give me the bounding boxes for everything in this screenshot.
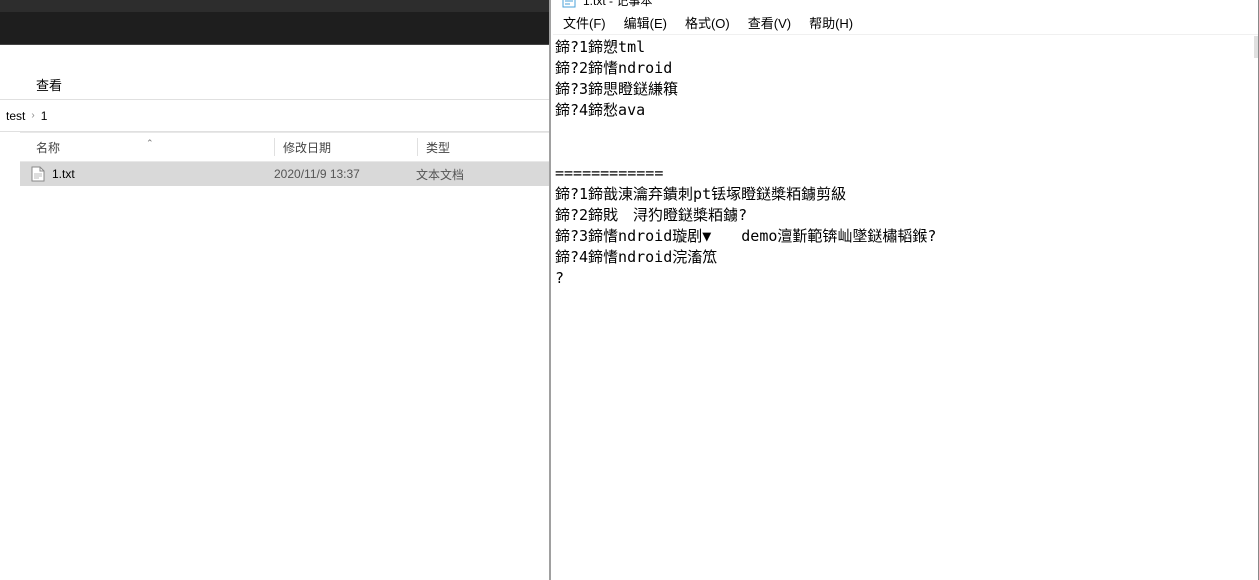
- file-row-name-cell: 1.txt: [20, 166, 274, 182]
- notepad-text-area[interactable]: 鍗?1鍗愬tml 鍗?2鍗愭ndroid 鍗?3鍗愳瞪鎹縑簯 鍗?4鍗愁ava …: [553, 34, 1258, 291]
- breadcrumb-crumb-2[interactable]: 1: [35, 109, 54, 123]
- file-name: 1.txt: [52, 167, 75, 181]
- notepad-title-bar: 1.txt - 记事本: [553, 0, 1258, 10]
- notepad-app-icon: [561, 0, 577, 9]
- sort-arrow-icon: ⌃: [146, 138, 154, 149]
- file-list-header: 名称 ⌃ 修改日期 类型: [20, 132, 549, 162]
- menu-file[interactable]: 文件(F): [563, 13, 606, 32]
- menu-help[interactable]: 帮助(H): [809, 13, 853, 32]
- column-header-name[interactable]: 名称 ⌃: [20, 139, 274, 156]
- ribbon-tab-view[interactable]: 查看: [22, 70, 76, 99]
- column-header-type[interactable]: 类型: [418, 139, 538, 156]
- menu-view[interactable]: 查看(V): [748, 13, 791, 32]
- file-row[interactable]: 1.txt 2020/11/9 13:37 文本文档: [20, 162, 549, 186]
- notepad-title: 1.txt - 记事本: [583, 0, 652, 9]
- breadcrumb[interactable]: test › 1: [0, 100, 549, 132]
- editor-spacer: [0, 12, 549, 45]
- column-header-date[interactable]: 修改日期: [275, 139, 417, 156]
- text-file-icon: [30, 166, 46, 182]
- file-row-date-cell: 2020/11/9 13:37: [274, 167, 416, 181]
- explorer-ribbon: 查看: [0, 70, 549, 100]
- menu-format[interactable]: 格式(O): [685, 13, 730, 32]
- editor-tab-bar: [0, 0, 549, 12]
- breadcrumb-crumb-1[interactable]: test: [0, 109, 31, 123]
- menu-edit[interactable]: 编辑(E): [624, 13, 667, 32]
- file-row-type-cell: 文本文档: [416, 166, 536, 183]
- file-explorer-panel: 查看 test › 1 名称 ⌃ 修改日期 类型 1.txt 2020/11/9…: [0, 0, 551, 580]
- notepad-menu-bar: 文件(F) 编辑(E) 格式(O) 查看(V) 帮助(H): [553, 10, 1258, 34]
- explorer-spacer: [0, 45, 549, 70]
- column-header-name-label: 名称: [36, 141, 60, 155]
- right-edge-fragment: [1254, 36, 1258, 58]
- notepad-window: 1.txt - 记事本 文件(F) 编辑(E) 格式(O) 查看(V) 帮助(H…: [553, 0, 1259, 580]
